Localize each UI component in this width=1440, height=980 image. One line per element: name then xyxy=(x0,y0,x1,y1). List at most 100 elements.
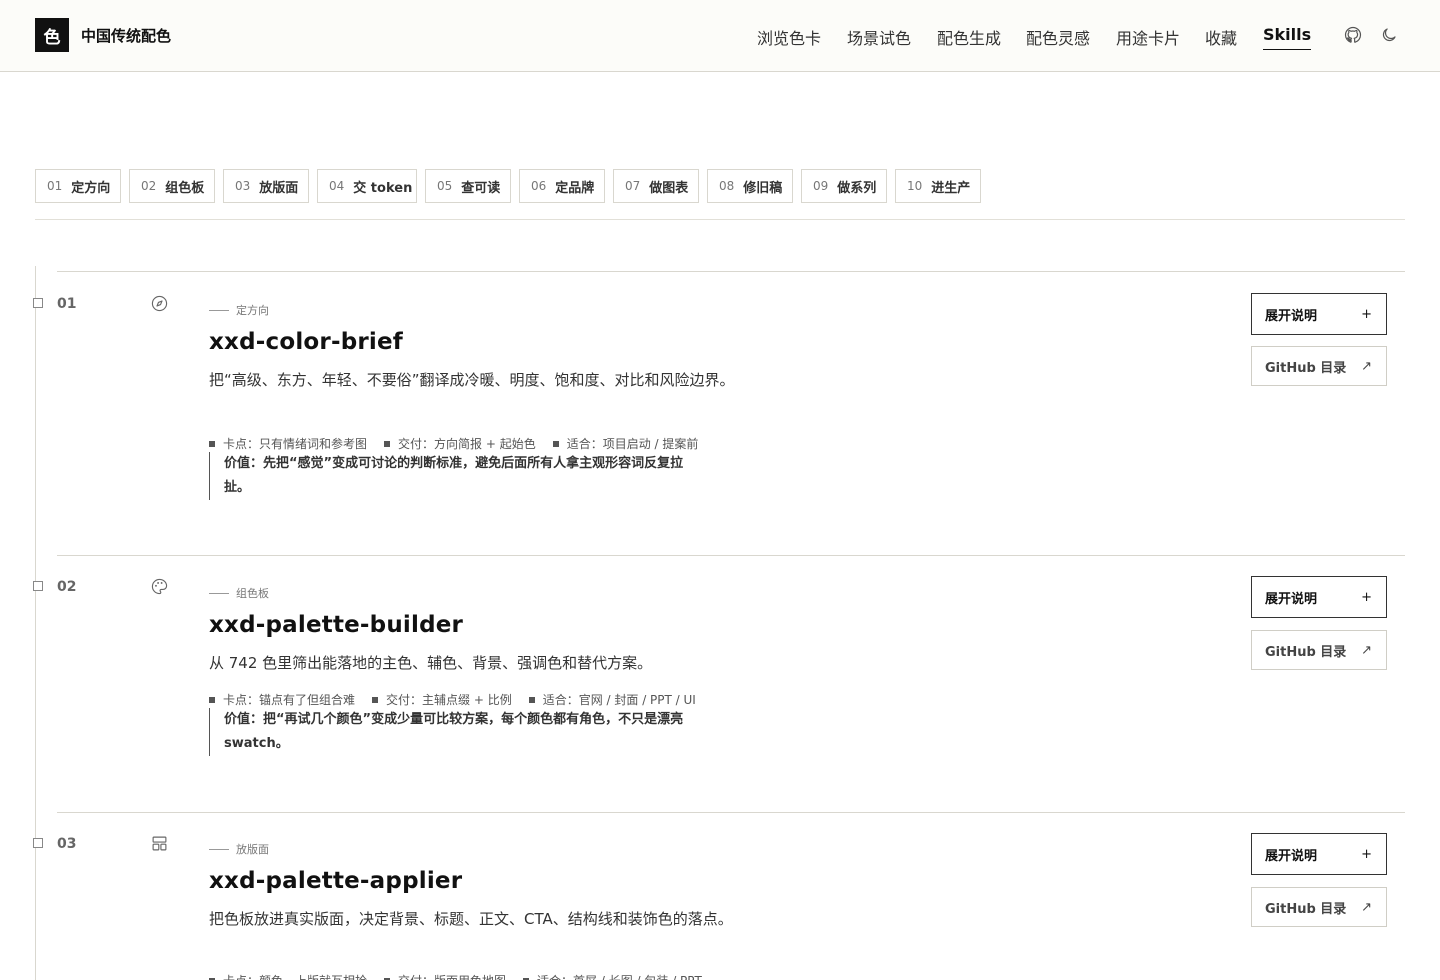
github-dir-label: GitHub 目录 xyxy=(1265,644,1347,660)
step-num: 07 xyxy=(625,179,641,193)
nav-favorites[interactable]: 收藏 xyxy=(1205,25,1237,49)
meta-suitable: 适合：项目启动 / 提案前 xyxy=(566,437,699,451)
skill-kicker: 放版面 xyxy=(209,841,269,857)
nav-usage-cards[interactable]: 用途卡片 xyxy=(1116,25,1180,49)
skill-name: xxd-palette-builder xyxy=(209,612,464,638)
palette-icon xyxy=(151,578,168,595)
skill-meta: 卡点：只有情绪词和参考图 交付：方向简报 + 起始色 适合：项目启动 / 提案前 xyxy=(209,435,715,452)
timeline-marker xyxy=(33,838,43,848)
meta-pain-point: 卡点：只有情绪词和参考图 xyxy=(223,437,368,451)
step-tab-02[interactable]: 02 组色板 xyxy=(129,169,215,203)
nav-skills[interactable]: Skills xyxy=(1263,25,1312,50)
layout-icon xyxy=(152,836,167,851)
step-num: 04 xyxy=(329,179,345,193)
step-tab-04[interactable]: 04 交 token xyxy=(317,169,417,203)
step-label: 做系列 xyxy=(837,180,877,196)
skill-kicker: 定方向 xyxy=(209,302,269,318)
github-icon[interactable] xyxy=(1344,26,1362,44)
step-tab-08[interactable]: 08 修旧稿 xyxy=(707,169,793,203)
step-num: 06 xyxy=(531,179,547,193)
skill-description: 把“高级、东方、年轻、不要俗”翻译成冷暖、明度、饱和度、对比和风险边界。 xyxy=(209,371,735,389)
meta-pain-point: 卡点：锚点有了但组合难 xyxy=(223,693,356,707)
step-label: 放版面 xyxy=(259,180,299,196)
step-tab-03[interactable]: 03 放版面 xyxy=(223,169,309,203)
step-label: 修旧稿 xyxy=(743,180,783,196)
github-dir-button[interactable]: GitHub 目录 ↗ xyxy=(1251,346,1387,386)
skill-kicker-text: 组色板 xyxy=(236,587,269,600)
step-tab-05[interactable]: 05 查可读 xyxy=(425,169,511,203)
step-tab-09[interactable]: 09 做系列 xyxy=(801,169,887,203)
step-num: 03 xyxy=(235,179,251,193)
skill-name: xxd-color-brief xyxy=(209,329,403,355)
skill-description: 从 742 色里筛出能落地的主色、辅色、背景、强调色和替代方案。 xyxy=(209,654,653,672)
step-num: 02 xyxy=(141,179,157,193)
github-dir-label: GitHub 目录 xyxy=(1265,360,1347,376)
skill-name: xxd-palette-applier xyxy=(209,868,463,894)
step-tab-01[interactable]: 01 定方向 xyxy=(35,169,121,203)
nav-scene-trial[interactable]: 场景试色 xyxy=(847,25,911,49)
skill-value: 价值：先把“感觉”变成可讨论的判断标准，避免后面所有人拿主观形容词反复拉扯。 xyxy=(209,452,709,500)
skill-meta: 卡点：颜色一上版就互相抢 交付：版面用色地图 适合：首屏 / 长图 / 包装 /… xyxy=(209,972,719,980)
site-title[interactable]: 中国传统配色 xyxy=(81,25,171,46)
expand-label: 展开说明 xyxy=(1265,591,1318,607)
plus-icon: + xyxy=(1361,846,1372,862)
expand-button[interactable]: 展开说明 + xyxy=(1251,293,1387,335)
step-num: 08 xyxy=(719,179,735,193)
nav-palette-generate[interactable]: 配色生成 xyxy=(937,25,1001,49)
expand-label: 展开说明 xyxy=(1265,848,1318,864)
meta-deliverable: 交付：版面用色地图 xyxy=(398,972,506,980)
plus-icon: + xyxy=(1361,306,1372,322)
skill-kicker-text: 放版面 xyxy=(236,843,269,856)
github-dir-button[interactable]: GitHub 目录 ↗ xyxy=(1251,630,1387,670)
skill-number: 01 xyxy=(57,296,77,312)
top-header: 色 中国传统配色 浏览色卡 场景试色 配色生成 配色灵感 用途卡片 收藏 Ski… xyxy=(0,0,1440,72)
meta-deliverable: 交付：方向简报 + 起始色 xyxy=(398,437,536,451)
meta-suitable: 适合：首屏 / 长图 / 包装 / PPT xyxy=(537,972,702,980)
step-label: 查可读 xyxy=(461,180,501,196)
moon-icon[interactable] xyxy=(1380,26,1398,44)
step-num: 01 xyxy=(47,179,63,193)
plus-icon: + xyxy=(1361,589,1372,605)
step-num: 05 xyxy=(437,179,453,193)
skill-kicker-text: 定方向 xyxy=(236,304,269,317)
github-dir-button[interactable]: GitHub 目录 ↗ xyxy=(1251,887,1387,927)
expand-button[interactable]: 展开说明 + xyxy=(1251,576,1387,618)
compass-icon xyxy=(151,295,168,312)
external-link-icon: ↗ xyxy=(1361,358,1372,374)
nav-palette-inspiration[interactable]: 配色灵感 xyxy=(1026,25,1090,49)
skill-number: 02 xyxy=(57,579,77,595)
step-label: 做图表 xyxy=(649,180,689,196)
expand-button[interactable]: 展开说明 + xyxy=(1251,833,1387,875)
timeline-line xyxy=(35,266,36,980)
step-num: 09 xyxy=(813,179,829,193)
step-tab-07[interactable]: 07 做图表 xyxy=(613,169,699,203)
step-label: 组色板 xyxy=(165,180,205,196)
site-logo[interactable]: 色 xyxy=(35,18,69,52)
logo-char: 色 xyxy=(43,27,61,48)
external-link-icon: ↗ xyxy=(1361,642,1372,658)
skill-kicker: 组色板 xyxy=(209,585,269,601)
step-label: 定品牌 xyxy=(555,180,595,196)
skill-number: 03 xyxy=(57,836,77,852)
skill-meta: 卡点：锚点有了但组合难 交付：主辅点缀 + 比例 适合：官网 / 封面 / PP… xyxy=(209,691,713,708)
skill-divider xyxy=(57,271,1405,272)
skill-description: 把色板放进真实版面，决定背景、标题、正文、CTA、结构线和装饰色的落点。 xyxy=(209,910,733,928)
step-label: 进生产 xyxy=(931,180,971,196)
steps-divider xyxy=(35,219,1405,220)
step-tab-10[interactable]: 10 进生产 xyxy=(895,169,981,203)
meta-deliverable: 交付：主辅点缀 + 比例 xyxy=(386,693,512,707)
external-link-icon: ↗ xyxy=(1361,899,1372,915)
skill-divider xyxy=(57,555,1405,556)
skill-divider xyxy=(57,812,1405,813)
step-num: 10 xyxy=(907,179,923,193)
nav-browse-cards[interactable]: 浏览色卡 xyxy=(757,25,821,49)
step-label: 交 token xyxy=(353,180,413,196)
meta-pain-point: 卡点：颜色一上版就互相抢 xyxy=(223,972,367,980)
meta-suitable: 适合：官网 / 封面 / PPT / UI xyxy=(542,693,696,707)
skill-value: 价值：把“再试几个颜色”变成少量可比较方案，每个颜色都有角色，不只是漂亮 swa… xyxy=(209,708,709,756)
step-label: 定方向 xyxy=(71,180,111,196)
step-tab-06[interactable]: 06 定品牌 xyxy=(519,169,605,203)
expand-label: 展开说明 xyxy=(1265,308,1318,324)
timeline-marker xyxy=(33,298,43,308)
timeline-marker xyxy=(33,581,43,591)
